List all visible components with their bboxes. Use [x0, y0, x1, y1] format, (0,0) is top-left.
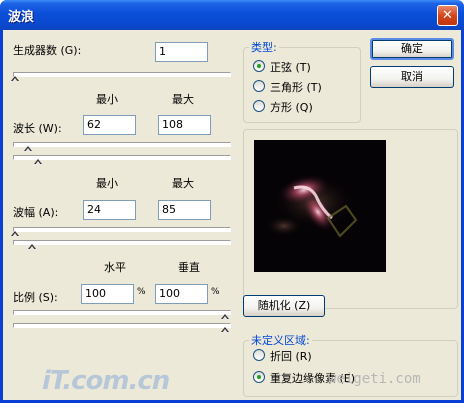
repeat-edge-radio[interactable]	[253, 371, 265, 383]
amplitude-min-field[interactable]: 24	[83, 200, 136, 220]
type-sine-radio[interactable]	[253, 60, 265, 72]
wavelength-min-slider-track[interactable]	[13, 142, 231, 147]
type-sine-label: 正弦 (T)	[270, 61, 311, 74]
scale-vertical-slider-track[interactable]	[13, 323, 231, 328]
wavelength-min-header: 最小	[96, 93, 118, 106]
wavelength-max-slider-track[interactable]	[13, 155, 231, 160]
wave-preview-graphic	[254, 140, 386, 272]
scale-horizontal-field[interactable]: 100	[81, 284, 134, 304]
type-option-square[interactable]: 方形 (Q)	[253, 99, 357, 114]
close-button[interactable]: ✕	[437, 5, 458, 26]
type-triangle-label: 三角形 (T)	[270, 81, 322, 94]
amplitude-max-header: 最大	[172, 177, 194, 190]
wavelength-max-slider-thumb[interactable]	[34, 159, 43, 169]
scale-horizontal-slider-track[interactable]	[13, 310, 231, 315]
type-option-sine[interactable]: 正弦 (T)	[253, 59, 357, 74]
scale-horizontal-header: 水平	[104, 261, 126, 274]
amplitude-max-slider-track[interactable]	[13, 240, 231, 245]
close-icon: ✕	[442, 8, 453, 23]
watermark-weigeti: weigeti.com	[328, 371, 421, 387]
type-triangle-radio[interactable]	[253, 80, 265, 92]
undefined-area-legend: 未定义区域:	[249, 332, 312, 348]
type-square-radio[interactable]	[253, 100, 265, 112]
type-group-legend: 类型:	[249, 39, 279, 55]
watermark-itcom: iT.com.cn	[42, 366, 170, 396]
amplitude-max-field[interactable]: 85	[158, 200, 211, 220]
ok-button[interactable]: 确定	[370, 38, 454, 60]
title-bar[interactable]: 波浪 ✕	[0, 0, 464, 30]
amplitude-label: 波幅 (A):	[13, 206, 59, 219]
scale-vertical-slider-thumb[interactable]	[221, 327, 230, 337]
wavelength-max-header: 最大	[172, 93, 194, 106]
amplitude-max-slider-thumb[interactable]	[27, 244, 37, 254]
generators-slider-track[interactable]	[13, 72, 231, 77]
type-square-label: 方形 (Q)	[270, 101, 313, 114]
wrap-around-radio[interactable]	[253, 349, 265, 361]
generators-slider-thumb[interactable]	[11, 76, 20, 86]
dialog-title: 波浪	[8, 10, 35, 25]
scale-label: 比例 (S):	[13, 291, 58, 304]
dialog-window: 波浪 ✕ 生成器数 (G): 1 最小 最大 波长 (W): 62 108 最小…	[0, 0, 464, 403]
scale-horizontal-unit: %	[137, 287, 146, 297]
undefined-option-wrap[interactable]: 折回 (R)	[253, 348, 383, 363]
wrap-around-label: 折回 (R)	[270, 350, 312, 363]
wavelength-max-field[interactable]: 108	[158, 115, 211, 135]
wavelength-min-field[interactable]: 62	[83, 115, 136, 135]
cancel-button[interactable]: 取消	[370, 66, 454, 88]
amplitude-min-slider-track[interactable]	[13, 227, 231, 232]
dialog-body: 生成器数 (G): 1 最小 最大 波长 (W): 62 108 最小 最大 波…	[3, 30, 461, 400]
scale-vertical-header: 垂直	[178, 261, 200, 274]
scale-vertical-unit: %	[211, 287, 220, 297]
amplitude-min-header: 最小	[96, 177, 118, 190]
preview-image[interactable]	[254, 140, 386, 272]
type-option-triangle[interactable]: 三角形 (T)	[253, 79, 357, 94]
randomize-button[interactable]: 随机化 (Z)	[243, 295, 325, 317]
generators-label: 生成器数 (G):	[13, 44, 82, 57]
scale-vertical-field[interactable]: 100	[155, 284, 208, 304]
wavelength-label: 波长 (W):	[13, 122, 62, 135]
generators-field[interactable]: 1	[155, 42, 208, 62]
